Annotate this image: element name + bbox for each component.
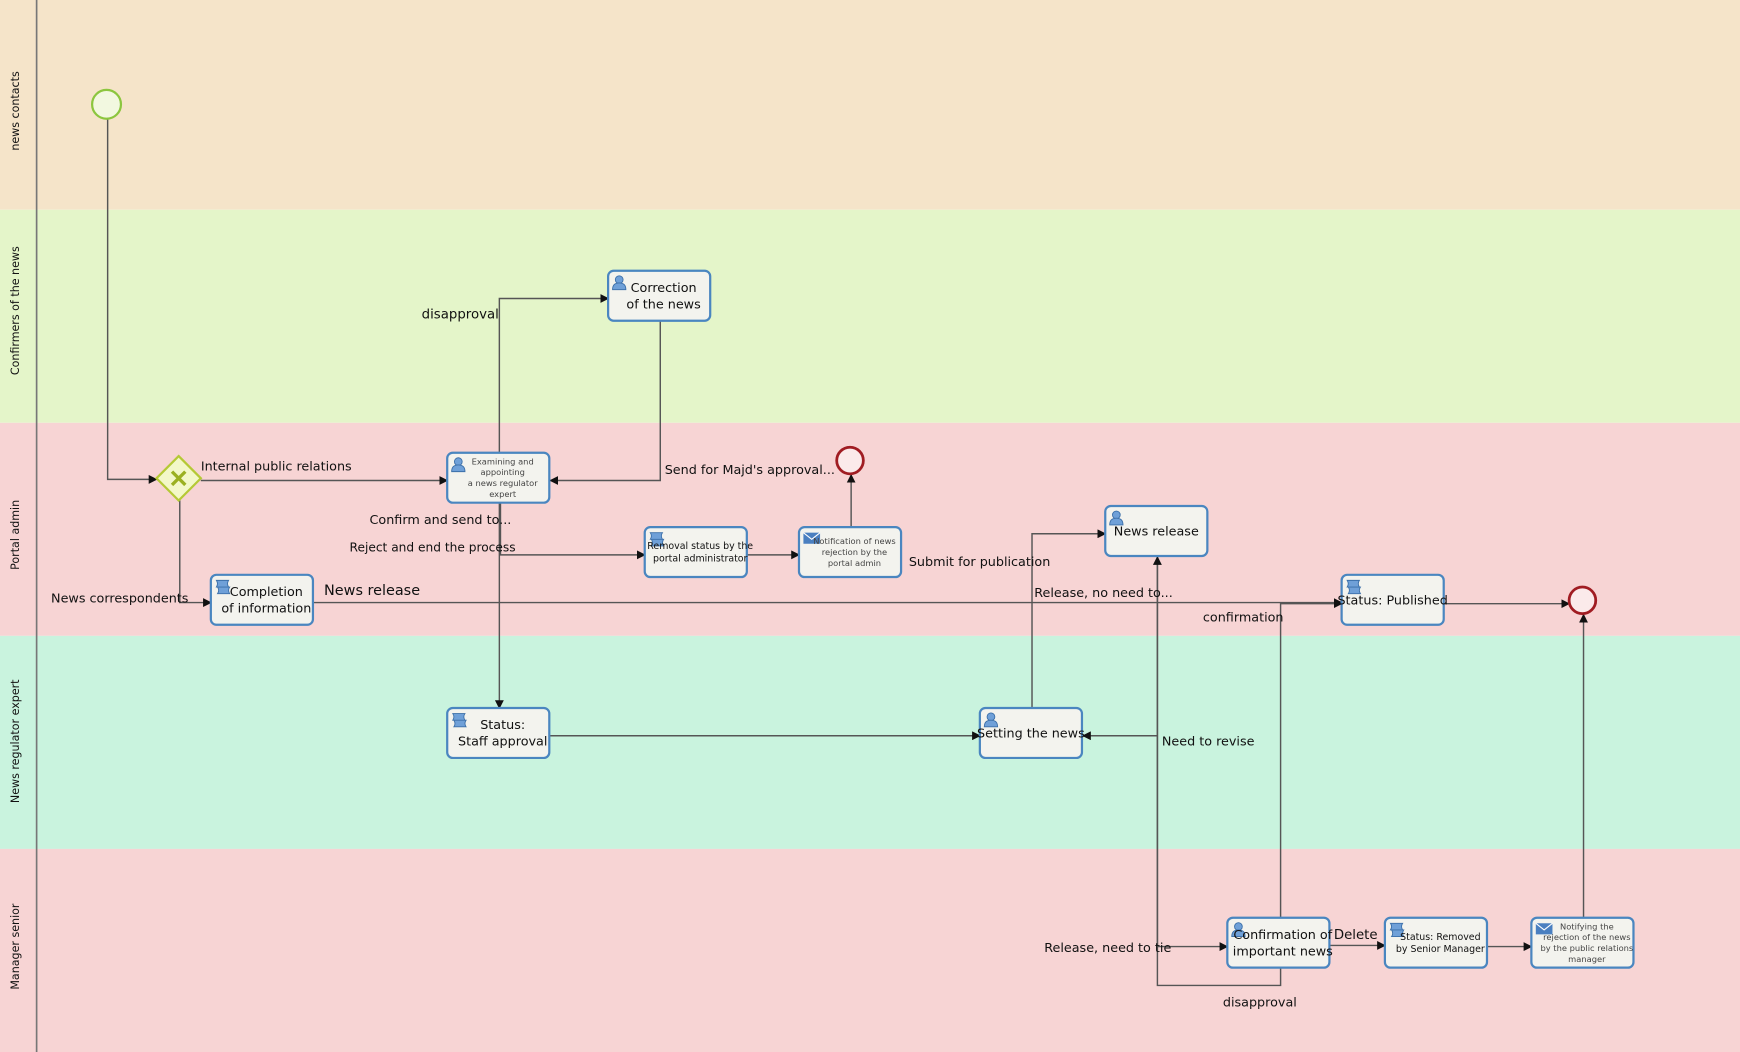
task-notification[interactable]: Notification of newsrejection by theport… — [797, 526, 903, 579]
task-setting[interactable]: Setting the news — [977, 706, 1085, 760]
flow-label-reject-end: Reject and end the process — [350, 541, 516, 555]
task-label: Removal status by the — [647, 541, 753, 552]
flow-label-need-revise: Need to revise — [1162, 735, 1255, 750]
flow-label-internal-pr: Internal public relations — [201, 460, 352, 475]
task-label: portal administrator — [653, 554, 748, 565]
flow-label-news-correspondents: News correspondents — [51, 592, 189, 607]
lane-label-confirmers: Confirmers of the news — [9, 246, 22, 375]
task-published[interactable]: Status: Published — [1337, 573, 1448, 626]
task-label: Notifying the — [1560, 921, 1614, 931]
bpmn-diagram: news contacts Confirmers of the news Por… — [0, 0, 1740, 1052]
task-label: Examining and — [472, 456, 534, 466]
task-label: expert — [489, 489, 517, 499]
task-label: Status: Removed — [1400, 932, 1480, 943]
task-news-release[interactable]: News release — [1104, 504, 1209, 558]
flow-label-confirm-send: Confirm and send to... — [370, 513, 512, 528]
flow-label-send-majd: Send for Majd's approval... — [665, 463, 835, 478]
task-label: by Senior Manager — [1396, 944, 1485, 955]
flow-label-disapproval: disapproval — [422, 307, 499, 322]
task-label: Completion — [230, 585, 303, 600]
task-examining[interactable]: Examining andappointinga news regulatore… — [446, 451, 551, 504]
script-icon — [452, 713, 467, 728]
task-correction[interactable]: Correctionof the news — [607, 269, 712, 322]
lane-label-portal-admin: Portal admin — [9, 500, 22, 570]
task-label: a news regulator — [468, 478, 539, 488]
flow-label-submit-publication: Submit for publication — [909, 555, 1050, 570]
end-event-rejected[interactable] — [835, 445, 865, 476]
task-notifying[interactable]: Notifying therejection of the newsby the… — [1530, 916, 1635, 969]
svg-text:news contacts: news contacts — [9, 71, 22, 151]
task-label: Staff approval — [458, 735, 547, 750]
task-label: appointing — [480, 467, 524, 477]
task-label: rejection by the — [822, 547, 887, 557]
start-event[interactable] — [90, 88, 123, 120]
task-removed[interactable]: Status: Removedby Senior Manager — [1383, 916, 1489, 969]
task-staff-approval[interactable]: Status: Staff approval — [446, 706, 551, 760]
task-label: of the news — [626, 297, 701, 312]
task-label: Confirmation of — [1233, 928, 1332, 943]
task-label: News release — [1114, 524, 1199, 539]
flow-label-release-no-need: Release, no need to... — [1034, 586, 1173, 601]
flow-label-disapproval-bottom: disapproval — [1223, 995, 1297, 1010]
svg-text:News regulator expert: News regulator expert — [9, 679, 22, 803]
script-icon — [1346, 579, 1361, 595]
task-label: Status: — [480, 718, 525, 733]
task-label: Setting the news — [977, 726, 1085, 741]
task-label: by the public relations — [1540, 943, 1633, 953]
task-completion[interactable]: Completion of information — [209, 573, 315, 626]
task-label: portal admin — [828, 558, 881, 568]
task-label: rejection of the news — [1543, 932, 1630, 942]
task-label: of information — [221, 602, 311, 617]
task-label: Status: Published — [1337, 593, 1447, 608]
flow-label-delete: Delete — [1334, 928, 1378, 943]
svg-text:Portal admin: Portal admin — [9, 500, 22, 570]
lane-label-manager-senior: Manager senior — [9, 903, 22, 990]
flow-label-confirmation: confirmation — [1203, 610, 1284, 625]
lane-label-news-contacts: news contacts — [9, 71, 22, 151]
task-confirmation[interactable]: Confirmation ofimportant news — [1226, 916, 1333, 969]
task-label: important news — [1233, 944, 1333, 959]
task-removal[interactable]: Removal status by the portal administrato… — [643, 526, 754, 579]
task-label: Correction — [631, 281, 697, 296]
script-icon — [215, 579, 231, 595]
task-label: manager — [1568, 954, 1606, 964]
svg-text:Manager senior: Manager senior — [9, 903, 22, 990]
swimlane — [0, 209, 1740, 423]
svg-text:Confirmers of the news: Confirmers of the news — [9, 246, 22, 375]
swimlane — [0, 0, 1740, 210]
end-event-published[interactable] — [1567, 585, 1598, 616]
lane-label-news-regulator: News regulator expert — [9, 679, 22, 803]
task-label: Notification of news — [813, 536, 896, 546]
swimlane — [0, 635, 1740, 849]
flow-label-news-release: News release — [324, 583, 420, 599]
flow-label-release-need-tie: Release, need to tie — [1044, 941, 1171, 956]
